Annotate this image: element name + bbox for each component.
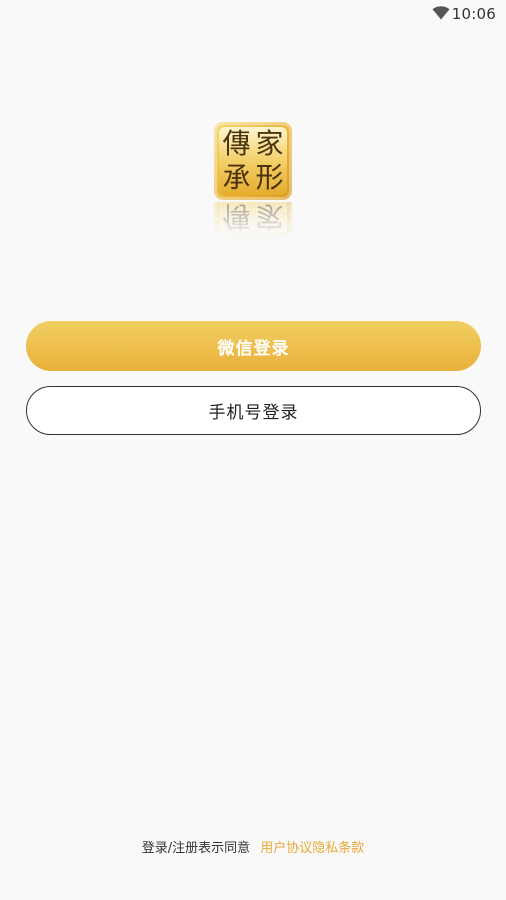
logo-text: 傳 家 承 形 xyxy=(220,127,286,195)
status-bar: 10:06 xyxy=(0,0,506,28)
phone-login-button[interactable]: 手机号登录 xyxy=(26,386,481,435)
logo-glyph: 傳 xyxy=(222,127,251,160)
app-logo: 傳 家 承 形 傳 家 承 形 xyxy=(214,122,292,240)
wifi-icon xyxy=(432,6,450,20)
user-agreement-link[interactable]: 用户协议隐私条款 xyxy=(260,841,364,856)
logo-glyph: 承 xyxy=(222,161,251,194)
agreement-prefix: 登录/注册表示同意 xyxy=(141,841,251,856)
wechat-login-button[interactable]: 微信登录 xyxy=(26,321,481,371)
logo-glyph: 形 xyxy=(255,161,284,194)
logo-tile: 傳 家 承 形 xyxy=(214,122,292,200)
logo-glyph: 家 xyxy=(255,127,284,160)
wechat-login-label: 微信登录 xyxy=(217,338,290,359)
phone-login-label: 手机号登录 xyxy=(208,403,299,423)
agreement-notice: 登录/注册表示同意 用户协议隐私条款 xyxy=(0,837,506,856)
logo-reflection: 傳 家 承 形 xyxy=(214,202,292,238)
status-time: 10:06 xyxy=(451,5,496,23)
